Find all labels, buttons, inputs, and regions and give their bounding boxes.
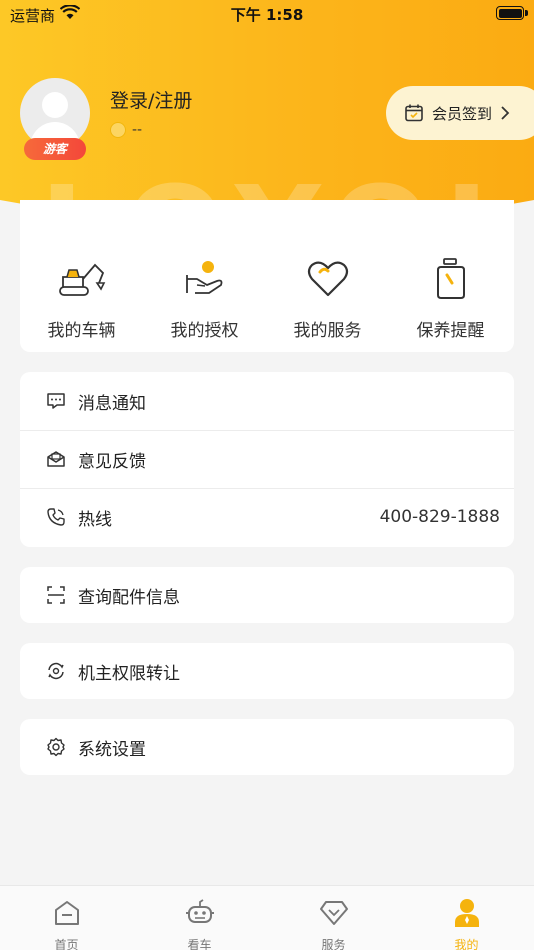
tab-services-label: 服务: [321, 938, 346, 950]
hand-coin-icon: [143, 256, 266, 302]
login-register-link[interactable]: 登录/注册: [110, 86, 192, 113]
maintenance-reminder-label: 保养提醒: [416, 321, 485, 341]
bottom-tab-bar: 首页 看车 服务 我的: [0, 885, 534, 950]
my-vehicles-label: 我的车辆: [47, 321, 116, 341]
tab-mine-label: 我的: [454, 938, 479, 950]
status-time: 下午 1:58: [230, 6, 304, 24]
tab-vehicles[interactable]: 看车: [133, 898, 266, 950]
message-icon: [46, 391, 66, 411]
phone-icon: [46, 507, 66, 527]
my-authorization-button[interactable]: 我的授权: [143, 256, 266, 341]
menu-group-transfer: 机主权限转让: [20, 643, 514, 699]
coin-icon: [110, 122, 126, 138]
points-value: --: [132, 122, 143, 138]
home-icon: [0, 898, 133, 928]
my-services-label: 我的服务: [293, 321, 362, 341]
tab-home[interactable]: 首页: [0, 898, 133, 950]
quick-actions-card: 我的车辆 我的授权 我的服务 保养提醒: [20, 200, 514, 352]
system-settings-label: 系统设置: [78, 739, 146, 760]
scan-icon: [46, 585, 66, 605]
parts-query-row[interactable]: 查询配件信息: [20, 567, 514, 623]
hotline-label: 热线: [78, 509, 112, 530]
hotline-row[interactable]: 热线 400-829-1888: [20, 488, 514, 546]
diamond-icon: [267, 898, 400, 928]
user-icon: [400, 898, 533, 928]
transfer-icon: [46, 661, 66, 681]
system-settings-row[interactable]: 系统设置: [20, 719, 514, 775]
excavator-icon: [20, 256, 143, 302]
tab-home-label: 首页: [54, 938, 79, 950]
parts-query-label: 查询配件信息: [78, 587, 180, 608]
hotline-number[interactable]: 400-829-1888: [380, 507, 500, 527]
my-authorization-label: 我的授权: [170, 321, 239, 341]
my-services-button[interactable]: 我的服务: [266, 256, 389, 341]
oil-bottle-icon: [389, 256, 512, 302]
guest-badge: 游客: [24, 138, 86, 160]
battery-icon: [496, 6, 528, 20]
menu-group-settings: 系统设置: [20, 719, 514, 775]
heart-icon: [266, 256, 389, 302]
member-checkin-button[interactable]: 会员签到: [386, 86, 534, 140]
calendar-icon: [404, 103, 424, 123]
owner-transfer-label: 机主权限转让: [78, 663, 180, 684]
points-display: --: [110, 122, 142, 138]
maintenance-reminder-button[interactable]: 保养提醒: [389, 256, 512, 341]
menu-group-main: 消息通知 意见反馈 热线 400-829-1888: [20, 372, 514, 547]
owner-transfer-row[interactable]: 机主权限转让: [20, 643, 514, 699]
tab-vehicles-label: 看车: [187, 938, 212, 950]
feedback-icon: [46, 449, 66, 469]
messages-label: 消息通知: [78, 393, 146, 414]
tab-mine[interactable]: 我的: [400, 898, 533, 950]
chevron-right-icon: [500, 105, 510, 121]
checkin-label: 会员签到: [432, 104, 493, 123]
tab-services[interactable]: 服务: [267, 898, 400, 950]
messages-row[interactable]: 消息通知: [20, 372, 514, 430]
gear-icon: [46, 737, 66, 757]
feedback-row[interactable]: 意见反馈: [20, 430, 514, 488]
my-vehicles-button[interactable]: 我的车辆: [20, 256, 143, 341]
menu-group-parts: 查询配件信息: [20, 567, 514, 623]
feedback-label: 意见反馈: [78, 451, 146, 472]
status-bar: 运营商 下午 1:58: [0, 0, 534, 28]
robot-icon: [133, 898, 266, 928]
